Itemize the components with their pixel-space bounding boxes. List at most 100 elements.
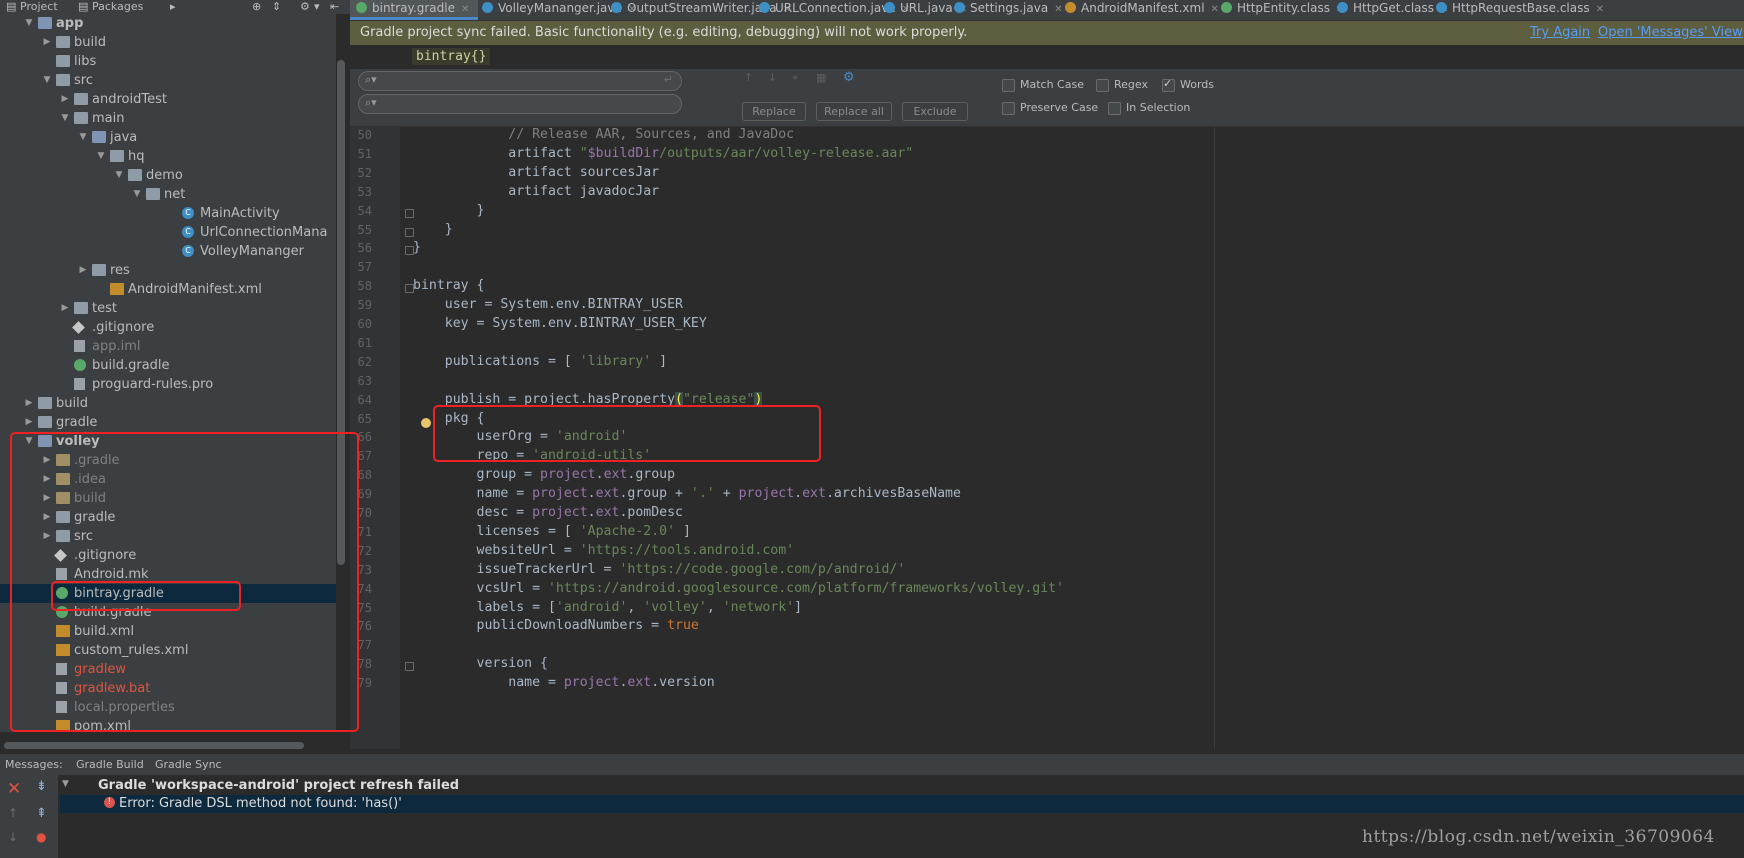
code-line[interactable]: version {: [413, 656, 548, 671]
code-line[interactable]: key = System.env.BINTRAY_USER_KEY: [413, 316, 707, 331]
code-line[interactable]: publications = [ 'library' ]: [413, 354, 667, 369]
tab-gradle-sync[interactable]: Gradle Sync: [155, 758, 222, 771]
fold-marker-icon[interactable]: [405, 208, 414, 218]
try-again-link[interactable]: Try Again: [1530, 25, 1590, 40]
code-line[interactable]: group = project.ext.group: [413, 467, 676, 482]
message-group-row[interactable]: ▼ Gradle 'workspace-android' project ref…: [60, 777, 1744, 795]
replace-input[interactable]: ⌕▾: [358, 94, 682, 114]
tree-item-mainactivity[interactable]: C MainActivity: [0, 204, 336, 223]
tree-item-build-gradle[interactable]: build.gradle: [0, 356, 336, 375]
tree-item-hq[interactable]: ▼ hq: [0, 147, 336, 166]
chevron-down-icon[interactable]: ▼: [96, 147, 106, 166]
collapse-icon[interactable]: ⇞: [36, 806, 47, 821]
close-icon[interactable]: ✕: [7, 779, 21, 799]
code-line[interactable]: artifact javadocJar: [413, 184, 659, 199]
tree-item-net[interactable]: ▼ net: [0, 185, 336, 204]
select-all-icon[interactable]: ▦: [816, 71, 826, 84]
tab-gradle-build[interactable]: Gradle Build: [76, 758, 144, 771]
code-line[interactable]: user = System.env.BINTRAY_USER: [413, 297, 683, 312]
chevron-right-icon[interactable]: ▶: [60, 299, 70, 318]
chevron-right-icon[interactable]: ▶: [24, 413, 34, 432]
chevron-right-icon[interactable]: ▶: [24, 394, 34, 413]
fold-marker-icon[interactable]: [405, 662, 414, 672]
editor-tab-httpget-class[interactable]: HttpGet.class✕: [1331, 0, 1448, 20]
tree-item-build[interactable]: ▶ build: [0, 394, 336, 413]
chevron-down-icon[interactable]: ▼: [114, 166, 124, 185]
chevron-down-icon[interactable]: ▾: [314, 0, 320, 13]
tree-item-build[interactable]: ▶ build: [0, 33, 336, 52]
tree-item-test[interactable]: ▶ test: [0, 299, 336, 318]
preserve-case-checkbox[interactable]: [1002, 102, 1015, 115]
arrow-up-icon[interactable]: ↑: [744, 71, 753, 84]
code-line[interactable]: issueTrackerUrl = 'https://code.google.c…: [413, 562, 906, 577]
tree-item-res[interactable]: ▶ res: [0, 261, 336, 280]
tree-item-libs[interactable]: libs: [0, 52, 336, 71]
tree-item-urlconnectionmana[interactable]: C UrlConnectionMana: [0, 223, 336, 242]
code-line[interactable]: artifact sourcesJar: [413, 165, 659, 180]
code-line[interactable]: }: [413, 240, 421, 255]
chevron-down-icon[interactable]: ▼: [132, 185, 142, 204]
chevron-right-icon[interactable]: ▶: [78, 261, 88, 280]
editor-tab-bintray-gradle[interactable]: bintray.gradle ✕: [350, 0, 478, 20]
replace-button[interactable]: Replace: [742, 102, 806, 121]
arrow-down-icon[interactable]: ↓: [768, 71, 777, 84]
tree-item-gradle[interactable]: ▶ gradle: [0, 413, 336, 432]
tree-item-demo[interactable]: ▼ demo: [0, 166, 336, 185]
breadcrumb-item[interactable]: bintray{}: [412, 48, 491, 65]
code-line[interactable]: websiteUrl = 'https://tools.android.com': [413, 543, 795, 558]
editor-tab-httpentity-class[interactable]: HttpEntity.class✕: [1215, 0, 1344, 20]
hide-icon[interactable]: ⇤: [330, 0, 339, 13]
editor-tab-url-java[interactable]: URL.java✕: [878, 0, 967, 20]
editor-tab-settings-java[interactable]: Settings.java ✕: [948, 0, 1063, 20]
chevron-down-icon[interactable]: ▼: [78, 128, 88, 147]
code-line[interactable]: vcsUrl = 'https://android.googlesource.c…: [413, 581, 1065, 596]
code-line[interactable]: licenses = [ 'Apache-2.0' ]: [413, 524, 691, 539]
chevron-down-icon[interactable]: ▼: [60, 109, 70, 128]
code-line[interactable]: name = project.ext.group + '.' + project…: [413, 486, 961, 501]
tree-item-volleymananger[interactable]: C VolleyMananger: [0, 242, 336, 261]
editor-tab-androidmanifest-xml[interactable]: AndroidManifest.xml ✕: [1059, 0, 1219, 20]
tree-item-app-iml[interactable]: app.iml: [0, 337, 336, 356]
match-case-checkbox[interactable]: [1002, 79, 1015, 92]
editor-tab-httprequestbase-class[interactable]: HttpRequestBase.class ✕: [1430, 0, 1604, 20]
tree-item-proguard-rules-pro[interactable]: proguard-rules.pro: [0, 375, 336, 394]
error-filter-icon[interactable]: ●: [36, 830, 46, 844]
expand-icon[interactable]: ⇟: [36, 779, 47, 794]
regex-checkbox[interactable]: [1096, 79, 1109, 92]
find-input[interactable]: ⌕▾ ↵: [358, 71, 682, 91]
tree-item-androidmanifest-xml[interactable]: AndroidManifest.xml: [0, 280, 336, 299]
target-icon[interactable]: ⊕: [252, 0, 261, 13]
words-checkbox[interactable]: ✓: [1162, 77, 1175, 92]
code-line[interactable]: name = project.ext.version: [413, 675, 714, 690]
tree-item-gitignore[interactable]: .gitignore: [0, 318, 336, 337]
arrow-down-icon[interactable]: ↓: [8, 830, 18, 844]
gear-icon[interactable]: ⚙: [300, 0, 310, 13]
fold-marker-icon[interactable]: [405, 284, 414, 294]
chevron-right-icon[interactable]: ▶: [60, 90, 70, 109]
tab-project[interactable]: Project: [20, 0, 58, 13]
collapse-icon[interactable]: ⇕: [272, 0, 281, 13]
editor-tab-outputstreamwriter-java[interactable]: OutputStreamWriter.java ✕: [605, 0, 791, 20]
code-line[interactable]: // Release AAR, Sources, and JavaDoc: [413, 127, 794, 142]
newline-icon[interactable]: ↵: [664, 73, 673, 86]
tree-item-main[interactable]: ▼ main: [0, 109, 336, 128]
code-line[interactable]: desc = project.ext.pomDesc: [413, 505, 683, 520]
chevron-right-icon[interactable]: ▶: [42, 33, 52, 52]
arrow-up-icon[interactable]: ↑: [8, 806, 18, 820]
tree-item-java[interactable]: ▼ java: [0, 128, 336, 147]
code-line[interactable]: artifact "$buildDir/outputs/aar/volley-r…: [413, 146, 913, 161]
code-line[interactable]: publicDownloadNumbers = true: [413, 618, 699, 633]
exclude-button[interactable]: Exclude: [902, 102, 968, 121]
close-tab-icon[interactable]: ✕: [461, 4, 469, 15]
fold-marker-icon[interactable]: [405, 227, 414, 237]
fold-marker-icon[interactable]: [405, 246, 414, 256]
replace-all-button[interactable]: Replace all: [816, 102, 892, 121]
lightbulb-icon[interactable]: [421, 418, 431, 428]
code-line[interactable]: }: [413, 203, 485, 218]
close-tab-icon[interactable]: ✕: [1596, 4, 1604, 15]
tab-packages[interactable]: Packages: [92, 0, 143, 13]
tree-item-androidtest[interactable]: ▶ androidTest: [0, 90, 336, 109]
tree-item-src[interactable]: ▼ src: [0, 71, 336, 90]
code-line[interactable]: }: [413, 222, 453, 237]
code-line[interactable]: bintray {: [413, 278, 484, 293]
